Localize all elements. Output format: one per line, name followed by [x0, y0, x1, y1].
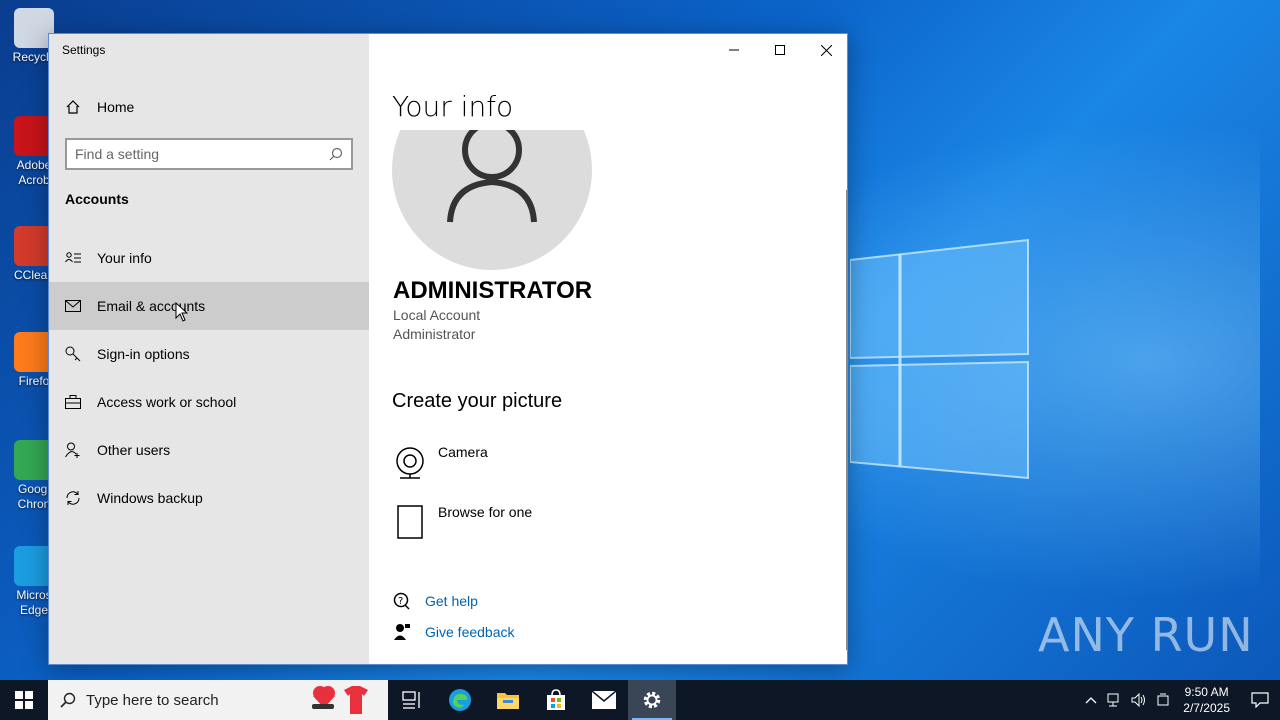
find-setting-search[interactable]	[65, 138, 353, 170]
sidebar-item-sign-in-options[interactable]: Sign-in options	[49, 330, 369, 378]
mouse-cursor-icon	[175, 302, 188, 322]
chevron-up-icon[interactable]	[1079, 696, 1103, 704]
user-silhouette-icon	[447, 130, 537, 223]
create-picture-heading: Create your picture	[392, 390, 563, 412]
accounts-heading: Accounts	[65, 191, 129, 207]
volume-icon[interactable]	[1127, 693, 1151, 707]
task-view-button[interactable]	[388, 680, 436, 720]
avatar	[392, 130, 592, 270]
key-icon	[65, 346, 81, 362]
page-title: Your info	[392, 90, 514, 123]
edge-icon	[449, 689, 471, 711]
home-label: Home	[97, 99, 135, 115]
file-explorer-button[interactable]	[484, 680, 532, 720]
mail-icon	[65, 298, 81, 314]
network-icon[interactable]	[1103, 693, 1127, 707]
browse-label: Browse for one	[438, 504, 533, 520]
windows-wallpaper-logo	[850, 238, 1029, 480]
sidebar-item-your-info[interactable]: Your info	[49, 234, 369, 282]
settings-taskbar-button[interactable]	[628, 680, 676, 720]
file-icon	[397, 505, 423, 539]
browse-option[interactable]: Browse for one	[392, 504, 532, 540]
contact-card-icon	[65, 250, 81, 266]
sidebar-item-label: Other users	[97, 442, 171, 458]
get-help-link[interactable]: ? Get help	[392, 591, 478, 611]
start-button[interactable]	[0, 680, 48, 720]
find-setting-input[interactable]	[75, 146, 329, 162]
folder-icon	[497, 693, 519, 709]
clock-date: 2/7/2025	[1183, 701, 1230, 715]
sidebar-item-label: Access work or school	[97, 394, 237, 410]
account-type: Local Account	[393, 307, 481, 323]
store-button[interactable]	[532, 680, 580, 720]
store-bag-icon	[547, 689, 565, 710]
sidebar-item-email-accounts[interactable]: Email & accounts	[49, 282, 369, 330]
anyrun-watermark: ANY RUN	[1038, 608, 1254, 662]
taskbar: Type here to search 9:50 AM 2/7/2025	[0, 680, 1280, 720]
windows-start-icon	[15, 691, 33, 709]
search-icon	[329, 147, 343, 161]
gear-icon	[643, 691, 661, 709]
account-role: Administrator	[393, 326, 476, 342]
accounts-nav: Your info Email & accounts Sign-in optio…	[49, 234, 369, 522]
search-icon	[60, 692, 76, 708]
mail-icon	[592, 691, 616, 709]
person-add-icon	[65, 442, 81, 458]
give-feedback-link[interactable]: Give feedback	[392, 622, 515, 642]
help-chat-icon: ?	[392, 591, 412, 611]
taskbar-search-placeholder: Type here to search	[86, 691, 219, 709]
input-indicator-icon[interactable]	[1151, 693, 1175, 707]
sidebar-item-label: Your info	[97, 250, 152, 266]
settings-sidebar: Settings Home Accounts Your info Email &…	[49, 34, 369, 664]
sidebar-item-label: Sign-in options	[97, 346, 190, 362]
task-view-icon	[402, 691, 420, 709]
sidebar-item-label: Windows backup	[97, 490, 203, 506]
sidebar-item-other-users[interactable]: Other users	[49, 426, 369, 474]
system-tray: 9:50 AM 2/7/2025	[1079, 680, 1280, 720]
action-center-button[interactable]	[1240, 680, 1280, 720]
home-link[interactable]: Home	[65, 96, 134, 118]
mail-taskbar-button[interactable]	[580, 680, 628, 720]
notification-icon	[1251, 692, 1269, 708]
feedback-icon	[392, 622, 412, 642]
camera-label: Camera	[438, 444, 488, 460]
sidebar-item-windows-backup[interactable]: Windows backup	[49, 474, 369, 522]
settings-window: Settings Home Accounts Your info Email &…	[48, 33, 848, 665]
taskbar-search-box[interactable]: Type here to search	[48, 680, 388, 720]
scrollbar[interactable]	[846, 190, 848, 650]
window-title: Settings	[62, 43, 106, 57]
your-info-page: Your info ADMINISTRATOR Local Account Ad…	[369, 34, 849, 664]
give-feedback-label: Give feedback	[425, 624, 515, 640]
clock-time: 9:50 AM	[1184, 685, 1229, 699]
sidebar-item-access-work[interactable]: Access work or school	[49, 378, 369, 426]
svg-text:?: ?	[398, 596, 403, 607]
camera-option[interactable]: Camera	[392, 444, 488, 480]
search-highlight-icon	[312, 686, 368, 714]
sidebar-item-label: Email & accounts	[97, 298, 206, 314]
user-name: ADMINISTRATOR	[393, 277, 593, 304]
sync-icon	[65, 490, 81, 506]
edge-taskbar-button[interactable]	[436, 680, 484, 720]
camera-icon	[396, 447, 424, 479]
home-icon	[66, 100, 80, 114]
clock[interactable]: 9:50 AM 2/7/2025	[1183, 684, 1230, 716]
briefcase-icon	[65, 394, 81, 410]
get-help-label: Get help	[425, 593, 478, 609]
